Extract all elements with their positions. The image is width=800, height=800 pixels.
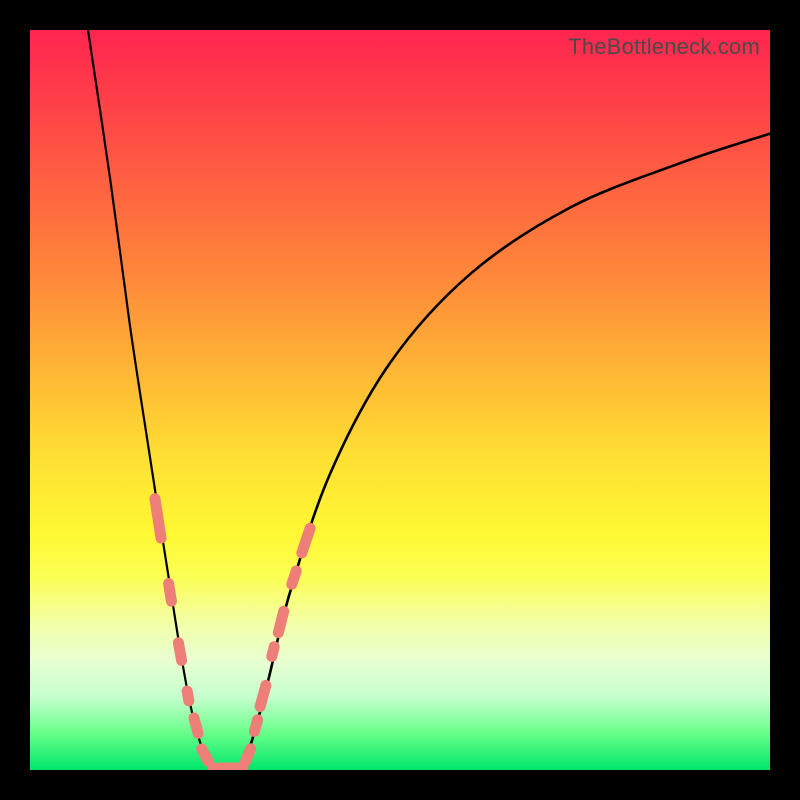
right-marker-0 [245,749,250,762]
left-marker-4 [194,718,198,733]
right-marker-1 [254,720,257,732]
right-marker-5 [292,571,296,584]
right-curve [240,134,770,770]
left-marker-5 [202,749,209,761]
left-curve [88,30,214,770]
curve-layer [88,30,770,770]
right-marker-2 [260,685,266,706]
outer-frame: TheBottleneck.com [0,0,800,800]
left-marker-1 [169,584,172,602]
chart-svg [30,30,770,770]
right-marker-3 [272,647,274,657]
right-marker-6 [302,528,310,553]
right-marker-4 [278,611,283,632]
plot-area: TheBottleneck.com [30,30,770,770]
left-marker-3 [187,691,189,701]
left-marker-2 [178,643,181,661]
left-marker-0 [155,499,161,539]
